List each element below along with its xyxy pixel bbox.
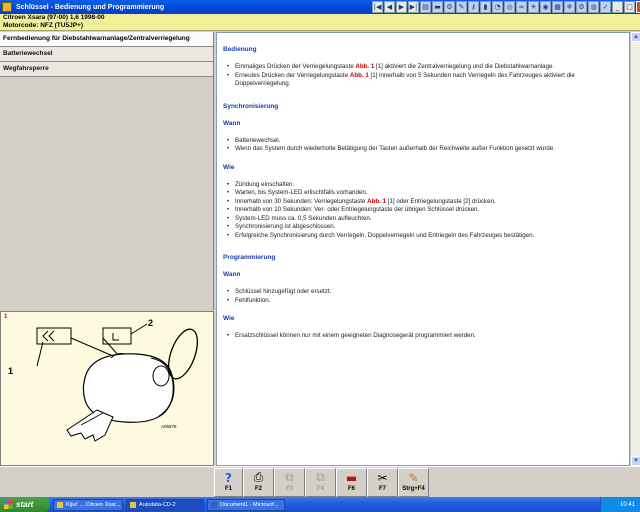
autodata-icon [130,501,136,508]
help-button[interactable]: ? F1 [214,468,243,497]
heading-wie: Wie [223,315,235,322]
settings-icon[interactable]: ⚙ [576,1,587,13]
vehicle-model: Citroen Xsara (97-00) 1,6 1998-00 [3,14,105,21]
list-item: Einmaliges Drücken der Verriegelungstast… [227,63,629,72]
maximize-icon[interactable]: □ [624,1,635,13]
nav-item-immobiliser[interactable]: Wegfahrsperre [0,62,213,77]
word-icon [211,501,217,508]
nav-item-battery-change[interactable]: Batteriewechsel [0,47,213,62]
windows-logo-icon [4,500,13,509]
book-icon[interactable]: ▤ [420,1,431,13]
nav-item-remote-control[interactable]: Fernbedienung für Diebstahlwarnanlage/Ze… [0,32,213,47]
car-icon[interactable]: ▬ [432,1,443,13]
scroll-up-icon[interactable]: ▲ [631,32,640,42]
light-icon[interactable]: ☀ [528,1,539,13]
list-item: Ersatzschlüssel können nur mit einem gee… [227,332,629,341]
list-item: Wenn das System durch wiederholte Betäti… [227,145,629,154]
heading-wann: Wann [223,119,241,127]
figure-code: A06878 [161,424,177,429]
list-item: System-LED muss ca. 0,5 Sekunden aufleuc… [227,215,629,224]
tools-button[interactable]: ✂ F7 [367,468,398,497]
last-page-icon[interactable]: ▶| [408,1,419,13]
note-button[interactable]: ⧉ F4 [305,468,336,497]
key-icon[interactable]: ⚷ [468,1,479,13]
vehicle-header: Citroen Xsara (97-00) 1,6 1998-00 Motorc… [0,14,640,31]
minimize-icon[interactable]: _ [612,1,623,13]
function-key-bar: ? F1 ⎙ F2 ⧉ F3 ⧉ F4 ▬ F6 ✂ F7 ✎ Strg+F4 [0,466,640,497]
print-icon: ⎙ [253,470,264,484]
notepad-button[interactable]: ✎ Strg+F4 [398,468,429,497]
vehicle-button[interactable]: ▬ F6 [336,468,367,497]
belt-icon[interactable]: ∞ [516,1,527,13]
airbag-icon[interactable]: ◉ [540,1,551,13]
list-item: Schlüssel hinzugefügt oder ersetzt. [227,288,629,297]
taskbar-item[interactable]: Autodata-CD-2 [126,498,204,511]
callout-1: 1 [8,366,13,376]
help-icon: ? [225,470,232,485]
app-icon [2,2,12,12]
engine-code: Motorcode: NFZ (TU5JP+) [3,22,83,29]
copy-button[interactable]: ⧉ F3 [274,468,305,497]
list-item: Zündung einschalten. [227,181,629,190]
remote-key-drawing: 1 2 A06878 [8,318,199,442]
list-item: Batteriewechsel. [227,137,629,146]
start-button[interactable]: start [0,497,50,512]
heading-programmierung: Programmierung [223,254,276,261]
gauge-icon[interactable]: ◔ [492,1,503,13]
diagram-icon[interactable]: ▦ [552,1,563,13]
list-item: Warten, bis System-LED erlischtfalls vor… [227,189,629,198]
note-icon: ⧉ [316,470,325,484]
battery-icon[interactable]: ▮ [480,1,491,13]
program-how-list: Ersatzschlüssel können nur mit einem gee… [227,332,629,341]
copy-icon: ⧉ [285,470,294,484]
topic-navigation: Fernbedienung für Diebstahlwarnanlage/Ze… [0,32,214,310]
key-illustration: 1 1 2 A06878 [0,311,214,466]
how-list: Zündung einschalten. Warten, bis System-… [227,181,629,241]
brake-icon[interactable]: ◍ [588,1,599,13]
heading-bedienung: Bedienung [223,46,257,53]
vertical-scrollbar[interactable]: ▲ ▼ [630,32,640,466]
previous-icon[interactable]: ◀ [384,1,395,13]
heading-wie: Wie [223,163,235,171]
car-icon: ▬ [345,470,358,485]
next-icon[interactable]: ▶ [396,1,407,13]
program-when-list: Schlüssel hinzugefügt oder ersetzt. Fehl… [227,288,629,305]
tools-icon: ✂ [377,470,388,485]
list-item: Innerhalb von 30 Sekunden: Verriegelungs… [227,198,629,207]
notepad-icon: ✎ [408,470,419,485]
callout-2: 2 [148,318,153,328]
when-list: Batteriewechsel. Wenn das System durch w… [227,137,629,154]
first-page-icon[interactable]: |◀ [372,1,383,13]
list-item: Synchronisierung ist abgeschlossen. [227,223,629,232]
figure-link[interactable]: Abb. 1 [367,198,386,205]
figure-number: 1 [4,314,8,320]
tyre-icon[interactable]: ◎ [504,1,515,13]
browser-icon [57,501,63,508]
window-title: Schlüssel - Bedienung und Programmierung [16,3,165,11]
list-item: Erneutes Drücken der Verriegelungstaste … [227,72,629,89]
wrench-icon[interactable]: ✎ [456,1,467,13]
heading-wann: Wann [223,271,241,278]
toolbar: |◀ ◀ ▶ ▶| ▤ ▬ ⚙ ✎ ⚷ ▮ ◔ ◎ ∞ ☀ ◉ ▦ ❄ ⚙ ◍ … [372,0,640,14]
list-item: Innerhalb von 10 Sekunden: Ver- oder Ent… [227,206,629,215]
taskbar: start Ključ ... Citroen Xsar... Autodata… [0,497,640,512]
service-icon[interactable]: ✓ [600,1,611,13]
system-tray: 10:41 [600,497,640,512]
engine-icon[interactable]: ⚙ [444,1,455,13]
print-button[interactable]: ⎙ F2 [243,468,274,497]
content-pane: Bedienung Einmaliges Drücken der Verrieg… [216,32,630,466]
list-item: Fehlfunktion. [227,297,629,306]
operation-list: Einmaliges Drücken der Verriegelungstast… [227,63,629,89]
taskbar-item[interactable]: Ključ ... Citroen Xsar... [53,498,123,511]
figure-link[interactable]: Abb. 1 [355,63,374,70]
close-icon[interactable]: ✕ [636,1,640,13]
figure-link[interactable]: Abb. 1 [350,72,369,79]
taskbar-item[interactable]: Document1 - Microsof... [207,498,285,511]
heading-synchronisierung: Synchronisierung [223,102,279,110]
aircon-icon[interactable]: ❄ [564,1,575,13]
list-item: Erfolgreiche Synchronisierung durch Verr… [227,232,629,241]
clock[interactable]: 10:41 [620,502,635,508]
scroll-down-icon[interactable]: ▼ [631,456,640,466]
